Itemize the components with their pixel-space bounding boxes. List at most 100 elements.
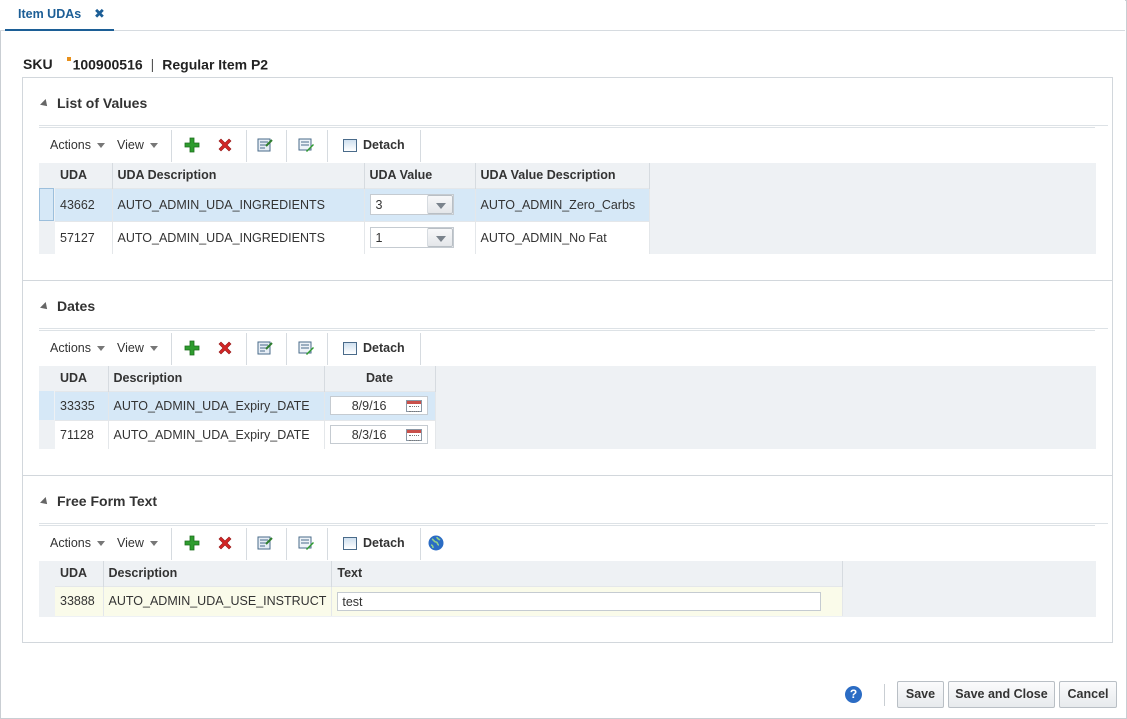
toolbar-separator <box>246 528 247 560</box>
table-row[interactable]: 57127 AUTO_ADMIN_UDA_INGREDIENTS 1 AUTO_… <box>55 220 650 254</box>
lov-table: UDA UDA Description UDA Value UDA Value … <box>55 163 650 254</box>
toolbar-separator <box>286 130 287 162</box>
column-header-description[interactable]: Description <box>103 561 333 586</box>
tab-item-udas[interactable]: Item UDAs ✖ <box>5 0 114 31</box>
chevron-down-icon <box>97 143 105 149</box>
delete-icon[interactable] <box>216 534 234 552</box>
detach-button[interactable]: Detach <box>343 536 405 551</box>
chevron-down-icon <box>149 346 158 352</box>
detach-icon <box>343 139 357 153</box>
uda-value-select[interactable]: 3 <box>369 194 454 215</box>
cancel-button[interactable]: Cancel <box>1059 681 1117 708</box>
add-icon[interactable] <box>183 136 201 154</box>
cell-value: 3 <box>364 187 476 221</box>
row-selector[interactable] <box>39 188 54 221</box>
view-menu[interactable]: View <box>117 536 158 550</box>
detach-icon <box>343 342 357 356</box>
column-header-description[interactable]: Description <box>108 366 325 391</box>
section-title-text: List of Values <box>57 95 148 111</box>
cell-uda: 43662 <box>55 187 113 221</box>
view-menu[interactable]: View <box>117 341 158 355</box>
cell-value-description: AUTO_ADMIN_Zero_Carbs <box>475 187 650 221</box>
section-divider <box>23 475 1112 476</box>
divider <box>39 125 1108 126</box>
footer-separator <box>884 684 885 706</box>
section-header-free-form-text[interactable]: Free Form Text <box>40 493 158 509</box>
dropdown-arrow-icon[interactable] <box>426 228 453 248</box>
table-row[interactable]: 43662 AUTO_ADMIN_UDA_INGREDIENTS 3 AUTO_… <box>55 187 650 221</box>
add-icon[interactable] <box>183 534 201 552</box>
cell-description: AUTO_ADMIN_UDA_INGREDIENTS <box>112 220 365 254</box>
close-icon[interactable]: ✖ <box>94 6 105 22</box>
collapse-triangle-icon[interactable] <box>40 99 50 110</box>
toolbar-separator <box>327 130 328 162</box>
calendar-icon[interactable] <box>405 400 422 412</box>
export-icon[interactable] <box>256 534 274 552</box>
column-header-uda[interactable]: UDA <box>55 561 104 586</box>
table-row[interactable]: 33335 AUTO_ADMIN_UDA_Expiry_DATE 8/9/16 <box>55 390 436 420</box>
detach-button[interactable]: Detach <box>343 341 405 356</box>
detach-icon <box>343 537 357 551</box>
collapse-triangle-icon[interactable] <box>40 497 50 508</box>
column-header-uda-value-description[interactable]: UDA Value Description <box>475 163 650 188</box>
globe-translate-icon[interactable] <box>427 534 445 552</box>
table-row[interactable]: 33888 AUTO_ADMIN_UDA_USE_INSTRUCT test <box>55 585 844 616</box>
edit-row-icon[interactable] <box>297 136 315 154</box>
export-icon[interactable] <box>256 136 274 154</box>
chevron-down-icon <box>97 541 105 547</box>
date-input[interactable]: 8/9/16 <box>329 396 428 415</box>
cell-description: AUTO_ADMIN_UDA_USE_INSTRUCT <box>103 585 333 616</box>
sku-value: 100900516 <box>72 56 143 73</box>
collapse-triangle-icon[interactable] <box>40 302 50 313</box>
row-selector[interactable] <box>39 391 54 420</box>
actions-menu[interactable]: Actions <box>50 536 105 550</box>
chevron-down-icon <box>149 541 158 547</box>
calendar-icon[interactable] <box>405 429 422 442</box>
cell-text: test <box>331 585 844 616</box>
actions-menu[interactable]: Actions <box>50 138 105 152</box>
edit-row-icon[interactable] <box>297 534 315 552</box>
add-icon[interactable] <box>183 339 201 357</box>
cell-description: AUTO_ADMIN_UDA_Expiry_DATE <box>108 390 325 420</box>
item-description: Regular Item P2 <box>162 56 269 73</box>
toolbar-separator <box>246 333 247 365</box>
section-divider <box>23 280 1112 281</box>
save-and-close-button[interactable]: Save and Close <box>948 681 1055 708</box>
required-marker-icon <box>66 57 71 61</box>
column-header-uda-value[interactable]: UDA Value <box>364 163 476 188</box>
date-input[interactable]: 8/3/16 <box>329 425 428 445</box>
column-header-uda-description[interactable]: UDA Description <box>112 163 365 188</box>
delete-icon[interactable] <box>216 136 234 154</box>
uda-value-select[interactable]: 1 <box>369 227 454 249</box>
detach-button[interactable]: Detach <box>343 138 405 153</box>
save-button[interactable]: Save <box>897 681 944 708</box>
toolbar-separator <box>420 130 421 162</box>
view-menu[interactable]: View <box>117 138 158 152</box>
column-header-text[interactable]: Text <box>331 561 844 586</box>
section-header-list-of-values[interactable]: List of Values <box>40 95 148 111</box>
section-title-text: Free Form Text <box>57 493 158 509</box>
sku-label: SKU <box>23 56 53 73</box>
cell-date: 8/9/16 <box>324 390 436 420</box>
dates-table: UDA Description Date 33335 AUTO_ADMIN_UD… <box>55 366 436 449</box>
uda-panel: List of Values Actions View Detach UDA U… <box>22 77 1113 643</box>
divider <box>39 523 1108 524</box>
delete-icon[interactable] <box>216 339 234 357</box>
help-icon[interactable]: ? <box>845 686 862 703</box>
section-header-dates[interactable]: Dates <box>40 298 95 314</box>
cell-value: 1 <box>364 220 476 254</box>
text-input[interactable]: test <box>337 591 822 611</box>
free-form-toolbar: Actions View Detach <box>39 525 1095 561</box>
column-header-uda[interactable]: UDA <box>55 366 109 391</box>
column-header-uda[interactable]: UDA <box>55 163 113 188</box>
export-icon[interactable] <box>256 339 274 357</box>
actions-menu[interactable]: Actions <box>50 341 105 355</box>
column-header-date[interactable]: Date <box>324 366 436 391</box>
table-row[interactable]: 71128 AUTO_ADMIN_UDA_Expiry_DATE 8/3/16 <box>55 419 436 449</box>
toolbar-separator <box>420 528 421 560</box>
edit-row-icon[interactable] <box>297 339 315 357</box>
toolbar-separator <box>171 333 172 365</box>
chevron-down-icon <box>97 346 105 352</box>
row-header-column <box>39 561 54 617</box>
dropdown-arrow-icon[interactable] <box>426 195 453 214</box>
